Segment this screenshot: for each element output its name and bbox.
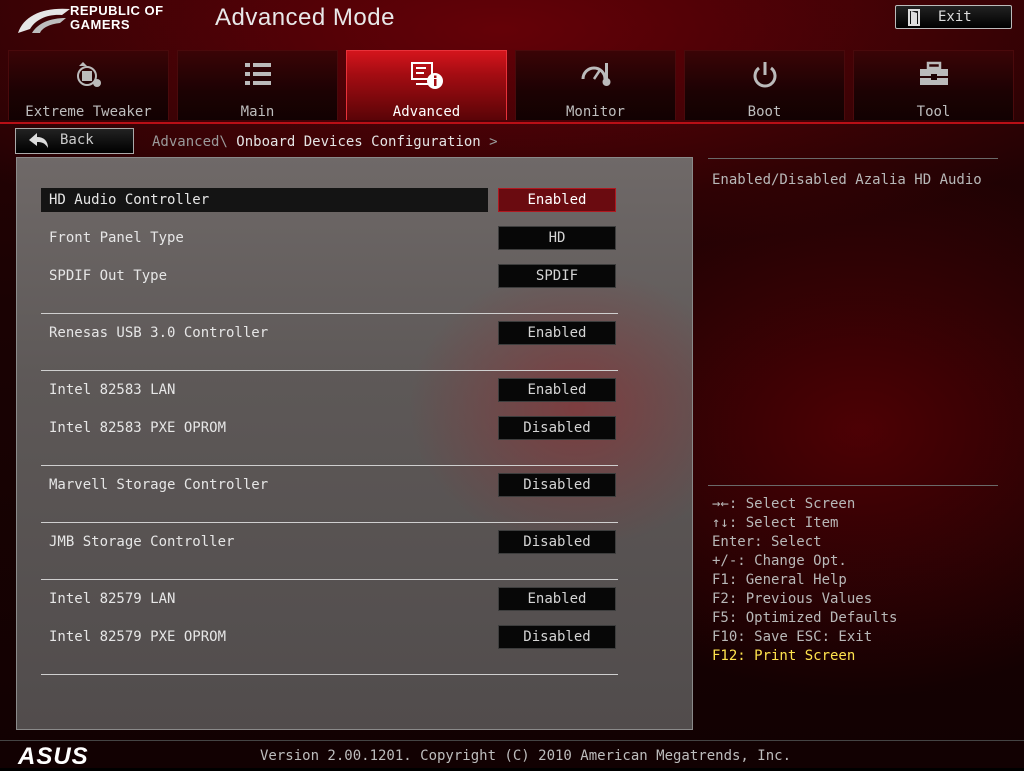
key-print-screen[interactable]: F12: Print Screen [712,647,897,666]
breadcrumb-current: Onboard Devices Configuration [236,134,481,150]
setting-label: Renesas USB 3.0 Controller [49,325,269,341]
setting-value[interactable]: Enabled [498,378,616,402]
page-title: Advanced Mode [215,4,395,31]
power-icon [753,62,776,88]
setting-row-spdif-out-type[interactable]: SPDIF Out Type SPDIF [41,264,617,288]
help-divider-keys [708,485,998,486]
section-divider [41,674,618,675]
exit-door-icon [908,9,920,26]
back-label: Back [60,132,94,148]
tab-bar: Extreme Tweaker Main Advanced Monitor Bo… [0,48,1024,122]
setting-label: Intel 82579 PXE OPROM [49,629,227,645]
tab-extreme-tweaker[interactable]: Extreme Tweaker [8,50,169,120]
setting-row-renesas-usb3[interactable]: Renesas USB 3.0 Controller Enabled [41,321,617,345]
setting-label: SPDIF Out Type [49,268,168,284]
monitor-gauge-icon [581,63,610,86]
setting-label: JMB Storage Controller [49,534,235,550]
key-enter-select: Enter: Select [712,534,822,550]
setting-label: Intel 82579 LAN [49,591,176,607]
setting-row-intel-82583-lan[interactable]: Intel 82583 LAN Enabled [41,378,617,402]
setting-label: Marvell Storage Controller [49,477,269,493]
setting-value[interactable]: Disabled [498,416,616,440]
key-optimized-defaults: F5: Optimized Defaults [712,610,898,626]
asus-logo: ASUS [18,743,89,770]
breadcrumb-arrow: > [489,134,498,150]
footer-divider [0,740,1024,741]
help-divider-top [708,158,998,159]
setting-value[interactable]: Enabled [498,188,616,212]
tab-tool[interactable]: Tool [853,50,1014,120]
setting-value[interactable]: Disabled [498,473,616,497]
brand-line-2: GAMERS [70,17,131,32]
setting-value[interactable]: Enabled [498,321,616,345]
key-previous-values: F2: Previous Values [712,591,873,607]
setting-label: Intel 82583 PXE OPROM [49,420,227,436]
tab-boot[interactable]: Boot [684,50,845,120]
setting-row-intel-82579-lan[interactable]: Intel 82579 LAN Enabled [41,587,617,611]
setting-value[interactable]: Disabled [498,530,616,554]
section-divider [41,313,618,314]
setting-value[interactable]: Enabled [498,587,616,611]
exit-button[interactable]: Exit [895,5,1012,29]
tab-label: Boot [747,104,782,120]
setting-row-marvell-storage[interactable]: Marvell Storage Controller Disabled [41,473,617,497]
setting-label: Intel 82583 LAN [49,382,176,398]
tab-monitor[interactable]: Monitor [515,50,676,120]
section-divider [41,465,618,466]
tweaker-icon [76,62,101,87]
toolbox-icon [919,61,948,85]
brand-line-1: REPUBLIC OF [70,3,164,18]
tab-label: Tool [916,104,951,120]
key-legend: →←: Select Screen ↑↓: Select Item Enter:… [712,495,897,666]
header: REPUBLIC OF GAMERS Advanced Mode Exit [0,0,1024,40]
back-arrow-icon [29,133,48,148]
advanced-info-icon [410,62,443,89]
tab-label: Main [240,104,275,120]
setting-row-intel-82583-pxe[interactable]: Intel 82583 PXE OPROM Disabled [41,416,617,440]
tab-label: Monitor [565,104,625,120]
key-select-screen: →←: Select Screen [712,496,856,512]
version-text: Version 2.00.1201. Copyright (C) 2010 Am… [260,748,792,764]
setting-value[interactable]: SPDIF [498,264,616,288]
section-divider [41,522,618,523]
section-divider [41,370,618,371]
tab-label: Extreme Tweaker [25,104,152,120]
setting-value[interactable]: Disabled [498,625,616,649]
setting-row-hd-audio-controller[interactable]: HD Audio Controller Enabled [41,188,617,212]
setting-value[interactable]: HD [498,226,616,250]
breadcrumb-parent[interactable]: Advanced\ [152,134,228,150]
tab-underline [0,122,1024,124]
exit-label: Exit [938,9,972,25]
setting-label: Front Panel Type [49,230,184,246]
key-save-exit: F10: Save ESC: Exit [712,629,873,645]
tab-main[interactable]: Main [177,50,338,120]
setting-row-front-panel-type[interactable]: Front Panel Type HD [41,226,617,250]
rog-brand-text: REPUBLIC OF GAMERS [70,4,164,32]
list-icon [244,63,271,85]
key-general-help: F1: General Help [712,572,847,588]
section-divider [41,579,618,580]
setting-row-intel-82579-pxe[interactable]: Intel 82579 PXE OPROM Disabled [41,625,617,649]
settings-panel: HD Audio Controller Enabled Front Panel … [16,157,693,730]
key-select-item: ↑↓: Select Item [712,515,839,531]
setting-label: HD Audio Controller [49,192,210,208]
setting-row-jmb-storage[interactable]: JMB Storage Controller Disabled [41,530,617,554]
tab-advanced[interactable]: Advanced [346,50,507,120]
help-description: Enabled/Disabled Azalia HD Audio [712,172,982,188]
back-button[interactable]: Back [15,128,134,154]
key-change-opt: +/-: Change Opt. [712,553,847,569]
breadcrumb: Advanced\ Onboard Devices Configuration … [152,134,498,150]
tab-label: Advanced [392,104,461,120]
